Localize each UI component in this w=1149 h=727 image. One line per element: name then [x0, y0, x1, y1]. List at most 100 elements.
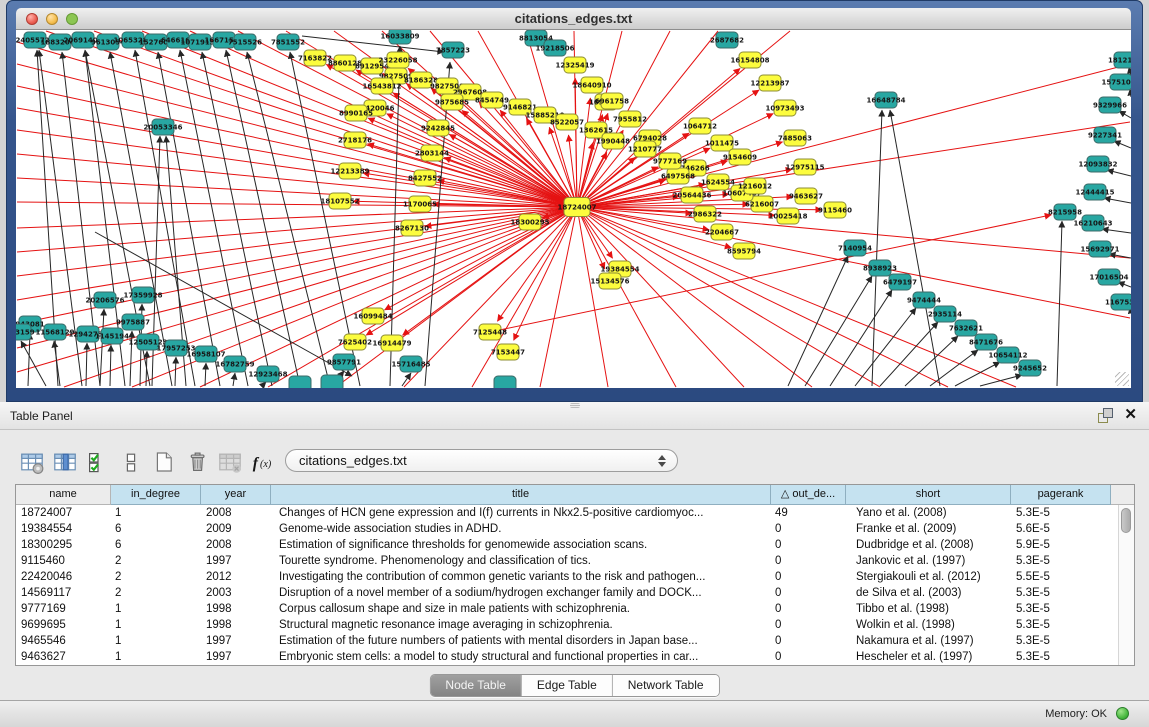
graph-node[interactable]	[494, 376, 516, 388]
svg-text:6961758: 6961758	[595, 98, 629, 106]
graph-edge-black	[233, 373, 235, 386]
graph-node[interactable]	[289, 376, 311, 388]
table-row[interactable]: 911546021997Tourette syndrome. Phenomeno…	[16, 553, 1134, 569]
graph-node[interactable]: 8471676	[969, 334, 1003, 350]
graph-node[interactable]: 8267130	[395, 220, 429, 236]
graph-node[interactable]: 7955812	[613, 111, 647, 127]
zoom-icon[interactable]	[66, 13, 78, 25]
citation-network-graph[interactable]: 1830029519384554151345767163822886012889…	[16, 30, 1131, 388]
graph-node[interactable]: 1167534	[1105, 294, 1131, 310]
graph-node[interactable]: 7485063	[778, 130, 812, 146]
table-row[interactable]: 946554611997Estimation of the future num…	[16, 633, 1134, 649]
graph-node[interactable]: 7625402	[338, 334, 372, 350]
network-canvas[interactable]: 1830029519384554151345767163822886012889…	[16, 30, 1131, 388]
column-header-year[interactable]: year	[201, 485, 271, 505]
table-row[interactable]: 977716911998Corpus callosum shape and si…	[16, 601, 1134, 617]
select-all-rows-icon[interactable]	[86, 450, 110, 474]
graph-edge-black	[1102, 229, 1131, 233]
window-titlebar[interactable]: citations_edges.txt	[16, 8, 1131, 30]
table-row[interactable]: 1830029562008Estimation of significance …	[16, 537, 1134, 553]
graph-node[interactable]: 10973493	[766, 100, 805, 116]
graph-node[interactable]: 7125448	[473, 324, 507, 340]
panel-divider-grip[interactable]	[570, 403, 580, 408]
graph-node[interactable]: 8215958	[1048, 204, 1082, 220]
table-row[interactable]: 1456911722003Disruption of a novel membe…	[16, 585, 1134, 601]
graph-node[interactable]: 8595794	[727, 243, 761, 259]
resize-grip-icon[interactable]	[1115, 372, 1129, 386]
svg-text:1210777: 1210777	[628, 146, 662, 154]
graph-node[interactable]: 12093832	[1079, 156, 1118, 172]
svg-text:16648784: 16648784	[867, 97, 906, 105]
graph-node[interactable]: 16033809	[381, 30, 420, 44]
cell-pagerank: 5.3E-5	[1011, 553, 1111, 569]
column-header-name[interactable]: name	[16, 485, 111, 505]
graph-node[interactable]: 12444415	[1076, 184, 1115, 200]
graph-node[interactable]: 6479197	[883, 274, 917, 290]
column-header-out_degree[interactable]: △ out_de...	[771, 485, 846, 505]
new-table-icon[interactable]	[152, 450, 176, 474]
graph-node[interactable]: 18640910	[573, 77, 612, 93]
show-columns-icon[interactable]	[53, 450, 77, 474]
graph-node[interactable]: 10025418	[769, 208, 808, 224]
graph-node[interactable]: 9329966	[1093, 97, 1127, 113]
graph-node[interactable]: 12213987	[751, 75, 790, 91]
close-panel-icon[interactable]: ✕	[1124, 406, 1137, 424]
window-title: citations_edges.txt	[16, 8, 1131, 29]
svg-text:6497568: 6497568	[661, 173, 695, 181]
graph-node[interactable]: 7851552	[271, 34, 305, 50]
close-icon[interactable]	[26, 13, 38, 25]
table-scrollbar[interactable]	[1118, 505, 1134, 666]
svg-text:16033809: 16033809	[381, 33, 420, 41]
tab-network-table[interactable]: Network Table	[613, 675, 719, 696]
column-header-in_degree[interactable]: in_degree	[111, 485, 201, 505]
column-header-pagerank[interactable]: pagerank	[1011, 485, 1111, 505]
graph-node[interactable]: 1812185	[1108, 52, 1131, 68]
svg-text:6479197: 6479197	[883, 279, 917, 287]
svg-text:15751074: 15751074	[1102, 79, 1131, 87]
scrollbar-thumb[interactable]	[1121, 508, 1131, 533]
table-selector-dropdown[interactable]: citations_edges.txt	[285, 449, 678, 472]
graph-node[interactable]: 9245652	[1013, 360, 1047, 376]
svg-text:17359928: 17359928	[124, 292, 163, 300]
cell-name: 9115460	[16, 553, 111, 569]
table-panel-header[interactable]: Table Panel ✕	[0, 402, 1149, 430]
graph-node[interactable]: 9975887	[116, 314, 150, 330]
column-header-short[interactable]: short	[846, 485, 1011, 505]
minimize-icon[interactable]	[46, 13, 58, 25]
graph-node[interactable]: 17016504	[1090, 269, 1129, 285]
tab-node-table[interactable]: Node Table	[430, 675, 522, 696]
graph-node[interactable]: 9463627	[789, 188, 823, 204]
graph-node[interactable]: 9242845	[421, 120, 455, 136]
graph-node[interactable]: 16210643	[1074, 215, 1113, 231]
graph-node[interactable]: 2204667	[705, 224, 739, 240]
table-row[interactable]: 2242004622012Investigating the contribut…	[16, 569, 1134, 585]
column-header-title[interactable]: title	[271, 485, 771, 505]
svg-text:16958107: 16958107	[187, 351, 226, 359]
graph-node[interactable]: 15716485	[392, 356, 431, 372]
graph-node[interactable]: 16154808	[731, 52, 770, 68]
graph-node[interactable]: 2935114	[928, 306, 962, 322]
graph-node[interactable]: 9474444	[907, 292, 941, 308]
graph-node[interactable]: 12213389	[331, 163, 370, 179]
table-settings-icon[interactable]	[20, 450, 44, 474]
graph-node[interactable]	[321, 375, 343, 388]
float-panel-icon[interactable]	[1098, 408, 1113, 423]
graph-node[interactable]: 12325419	[556, 57, 595, 73]
table-row[interactable]: 946362711997Embryonic stem cells: a mode…	[16, 649, 1134, 665]
graph-node[interactable]: 20206576	[86, 292, 125, 308]
tab-edge-table[interactable]: Edge Table	[522, 675, 613, 696]
cell-out_degree: 0	[771, 521, 846, 537]
graph-node[interactable]: 9227341	[1088, 127, 1122, 143]
table-row[interactable]: 1872400712008Changes of HCN gene express…	[16, 505, 1134, 521]
graph-node[interactable]: 9115460	[818, 202, 852, 218]
graph-node[interactable]: 16914479	[373, 335, 412, 351]
graph-node[interactable]: 8427552	[408, 170, 442, 186]
table-row[interactable]: 969969511998Structural magnetic resonanc…	[16, 617, 1134, 633]
graph-node[interactable]: 12975115	[786, 159, 825, 175]
rows-icon[interactable]	[119, 450, 143, 474]
table-row[interactable]: 1938455462009Genome-wide association stu…	[16, 521, 1134, 537]
graph-node[interactable]: 16648784	[867, 92, 906, 108]
function-builder-icon[interactable]: f(x)	[251, 450, 275, 474]
graph-node[interactable]: 15751074	[1102, 74, 1131, 90]
delete-table-icon[interactable]	[185, 450, 209, 474]
